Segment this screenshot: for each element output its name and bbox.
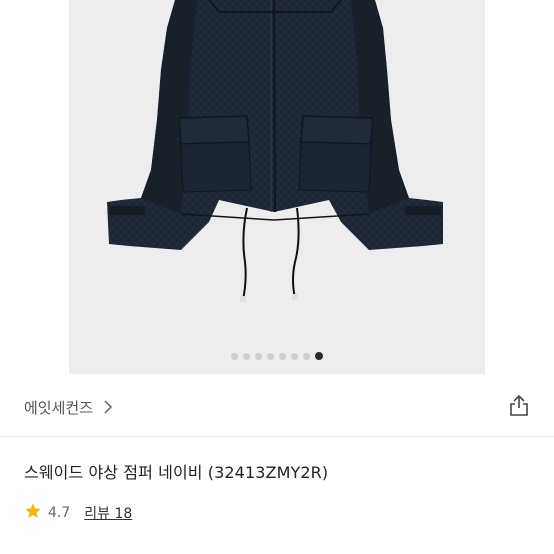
- share-icon: [508, 393, 530, 421]
- product-image: [107, 0, 443, 302]
- rating-score: 4.7: [48, 505, 71, 521]
- brand-row: 에잇세컨즈: [24, 392, 530, 422]
- slide-dot[interactable]: [243, 352, 250, 360]
- brand-link[interactable]: 에잇세컨즈: [24, 397, 113, 418]
- slide-dot[interactable]: [279, 352, 286, 360]
- slide-dot[interactable]: [255, 352, 262, 360]
- rating-row: 4.7 리뷰 18: [24, 502, 132, 524]
- chevron-right-icon: [103, 399, 113, 415]
- product-title: 스웨이드 야상 점퍼 네이비 (32413ZMY2R): [24, 463, 329, 482]
- star-icon: [24, 502, 42, 524]
- product-image-gallery[interactable]: [69, 0, 485, 374]
- divider: [0, 436, 554, 437]
- slide-dot[interactable]: [291, 352, 298, 360]
- slide-dot[interactable]: [231, 352, 238, 360]
- slide-dot[interactable]: [303, 352, 310, 360]
- reviews-link[interactable]: 리뷰 18: [84, 503, 132, 523]
- slide-dot[interactable]: [315, 352, 323, 360]
- slide-dot[interactable]: [267, 352, 274, 360]
- slide-indicator[interactable]: [69, 351, 485, 361]
- share-button[interactable]: [508, 393, 530, 421]
- brand-name: 에잇세컨즈: [24, 398, 94, 417]
